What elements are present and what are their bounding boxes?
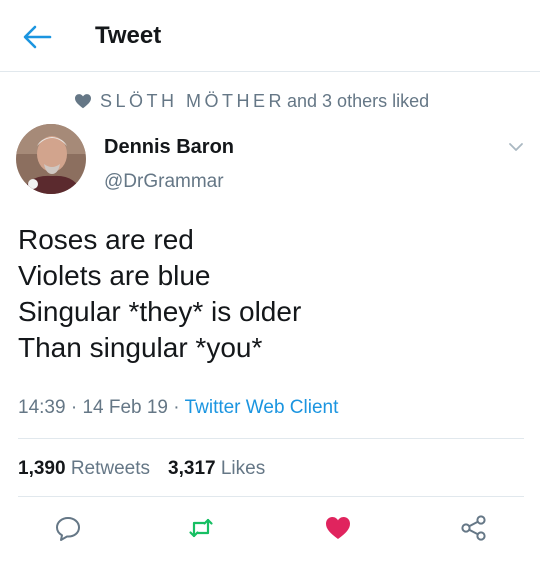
share-icon [461, 515, 486, 541]
social-context: SLÖTH MÖTHER and 3 others liked [74, 90, 429, 112]
separator-dot: · [173, 397, 180, 418]
engagement-stats: 1,390 Retweets 3,317 Likes [18, 458, 265, 480]
retweet-icon [189, 518, 213, 538]
like-button[interactable] [324, 514, 352, 542]
tweet-line: Roses are red [18, 224, 194, 255]
likes-count: 3,317 [168, 458, 216, 479]
heart-icon [75, 94, 91, 109]
retweets-stat[interactable]: 1,390 Retweets [18, 458, 150, 479]
page-title: Tweet [95, 22, 162, 49]
liker-names[interactable]: SLÖTH MÖTHER [100, 91, 285, 112]
separator-dot: · [70, 397, 78, 418]
likes-label: Likes [220, 458, 266, 479]
arrow-left-icon [23, 25, 52, 49]
retweets-count: 1,390 [18, 458, 66, 479]
more-options-button[interactable] [508, 140, 524, 152]
tweet-line: Than singular *you* [18, 332, 263, 363]
retweet-button[interactable] [187, 514, 215, 542]
retweets-label: Retweets [70, 458, 151, 479]
reply-icon [56, 517, 80, 541]
back-button[interactable] [22, 24, 52, 50]
tweet-time: 14:39 [18, 397, 66, 418]
likes-stat[interactable]: 3,317 Likes [168, 458, 265, 479]
tweet-line: Violets are blue [18, 260, 211, 291]
chevron-down-icon [509, 143, 523, 151]
top-bar: Tweet [0, 0, 540, 72]
avatar[interactable] [16, 124, 86, 194]
tweet-line: Singular *they* is older [18, 296, 302, 327]
divider [18, 496, 524, 497]
tweet-text: Roses are red Violets are blue Singular … [18, 222, 301, 366]
author-name[interactable]: Dennis Baron [104, 136, 234, 159]
tweet-date: 14 Feb 19 [82, 397, 169, 418]
tweet-metadata: 14:39 · 14 Feb 19 · Twitter Web Client [18, 397, 338, 419]
share-button[interactable] [460, 514, 488, 542]
heart-icon [326, 517, 350, 539]
author-handle[interactable]: @DrGrammar [104, 171, 224, 193]
tweet-client-link[interactable]: Twitter Web Client [185, 397, 339, 418]
divider [18, 438, 524, 439]
reply-button[interactable] [54, 514, 82, 542]
liked-suffix: and 3 others liked [287, 90, 430, 111]
profile-photo [16, 124, 86, 194]
